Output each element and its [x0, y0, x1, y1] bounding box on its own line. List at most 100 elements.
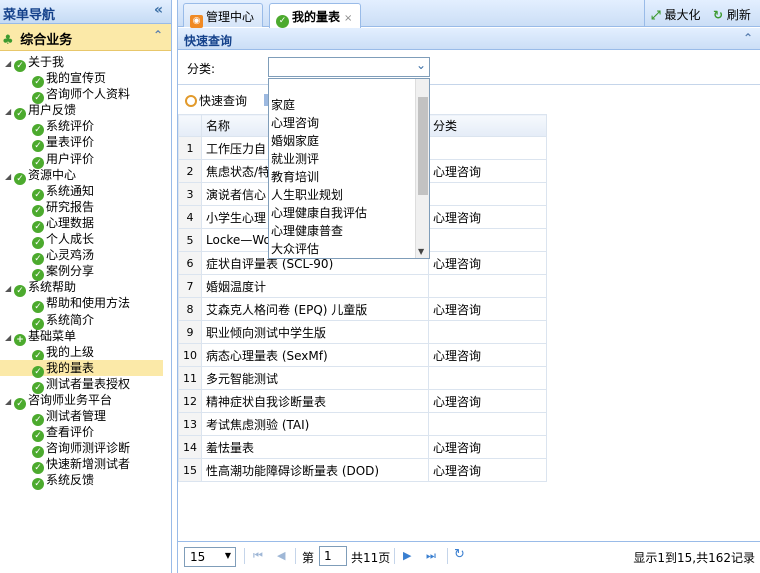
- table-row[interactable]: 10 病态心理量表 (SexMf) 心理咨询: [178, 343, 547, 367]
- dropdown-option[interactable]: 心理健康普查: [271, 222, 367, 240]
- nav-label: 系统评价: [46, 119, 95, 134]
- nav-section-header[interactable]: ♣ 综合业务 ⌃: [0, 24, 171, 51]
- nav-label: 基础菜单: [28, 328, 77, 343]
- category-dropdown-list[interactable]: 家庭 心理咨询 婚姻家庭 就业测评 教育培训 人生职业规划 心理健康自我评估 心理健康普查 大众…: [268, 78, 430, 259]
- nav-item[interactable]: ✓ 我的上级: [0, 344, 171, 362]
- chevron-down-icon: ⌄: [415, 58, 426, 72]
- refresh-icon: ↻: [713, 8, 724, 22]
- table-row[interactable]: 11 多元智能测试: [178, 366, 547, 390]
- rss-icon: ◉: [190, 15, 203, 28]
- table-row[interactable]: 7 婚姻温度计: [178, 274, 547, 298]
- dropdown-option[interactable]: 就业测评: [271, 150, 367, 168]
- prev-page-icon[interactable]: ◀: [277, 549, 285, 562]
- nav-group[interactable]: ◢ ✓ 用户反馈: [0, 102, 171, 121]
- page-size-select[interactable]: 15 ▼: [184, 547, 236, 567]
- table-row[interactable]: 9 职业倾向测试中学生版: [178, 320, 547, 344]
- nav-item[interactable]: ✓ 系统反馈: [0, 472, 171, 491]
- collapse-nav-icon[interactable]: «: [154, 2, 163, 18]
- nav-item[interactable]: ✓ 量表评价: [0, 134, 171, 153]
- dropdown-scrollbar[interactable]: ▼: [415, 79, 429, 258]
- dropdown-option[interactable]: 人生职业规划: [271, 186, 367, 204]
- table-row[interactable]: 8 艾森克人格问卷 (EPQ) 儿童版 心理咨询: [178, 297, 547, 321]
- column-header-category[interactable]: 分类: [428, 114, 547, 137]
- table-row[interactable]: 12 精神症状自我诊断量表 心理咨询: [178, 389, 547, 413]
- nav-label: 心灵鸡汤: [46, 248, 95, 263]
- first-page-icon[interactable]: ⏮: [253, 549, 263, 563]
- table-row[interactable]: 13 考试焦虑测验 (TAI): [178, 412, 547, 436]
- nav-label: 咨询师业务平台: [28, 392, 113, 407]
- table-row[interactable]: 15 性高潮功能障碍诊断量表 (DOD) 心理咨询: [178, 458, 547, 482]
- nav-group[interactable]: ◢ + 基础菜单: [0, 328, 171, 346]
- nav-item[interactable]: ✓ 系统评价: [0, 118, 171, 137]
- refresh-page-icon[interactable]: ↻: [454, 547, 465, 562]
- main-panel: ◉ 管理中心 ✓ 我的量表 × ⤢ 最大化 ↻ 刷新 快速查询 ⌃ 分类: ⌄ 快速查…: [177, 0, 760, 573]
- nav-item[interactable]: ✓ 咨询师测评诊断: [0, 440, 171, 459]
- row-number: 8: [178, 297, 202, 321]
- nav-item[interactable]: ✓ 快速新增测试者: [0, 456, 171, 475]
- tab-my-scales[interactable]: ✓ 我的量表 ×: [269, 3, 361, 28]
- nav-label: 案例分享: [46, 264, 95, 279]
- scale-name-cell: 婚姻温度计: [201, 274, 429, 298]
- nav-item[interactable]: ✓ 我的宣传页: [0, 70, 171, 89]
- quick-query-button[interactable]: 快速查询: [185, 94, 247, 108]
- dropdown-option[interactable]: 家庭: [271, 96, 367, 114]
- scrollbar-thumb[interactable]: [418, 97, 428, 195]
- nav-item[interactable]: ✓ 系统简介: [0, 312, 171, 330]
- nav-item[interactable]: ✓ 心理数据: [0, 215, 171, 233]
- dropdown-option[interactable]: 教育培训: [271, 168, 367, 186]
- nav-label: 个人成长: [46, 232, 95, 247]
- dropdown-option[interactable]: 心理咨询: [271, 114, 367, 132]
- scale-name-cell: 羞怯量表: [201, 435, 429, 459]
- scale-name-cell: 艾森克人格问卷 (EPQ) 儿童版: [201, 297, 429, 321]
- nav-title: 菜单导航: [3, 8, 56, 23]
- nav-label: 测试者量表授权: [46, 376, 131, 391]
- category-select[interactable]: ⌄: [268, 57, 430, 77]
- scale-category-cell: 心理咨询: [428, 205, 547, 229]
- nav-group[interactable]: ◢ ✓ 咨询师业务平台: [0, 392, 171, 410]
- row-number: 9: [178, 320, 202, 344]
- pager-separator: [244, 548, 245, 564]
- page-number-input[interactable]: 1: [319, 546, 347, 566]
- nav-item[interactable]: ✓ 用户评价: [0, 151, 171, 169]
- category-label: 分类:: [187, 62, 216, 76]
- table-row[interactable]: 14 羞怯量表 心理咨询: [178, 435, 547, 459]
- nav-item[interactable]: ✓ 帮助和使用方法: [0, 295, 171, 314]
- record-summary: 显示1到15,共162记录: [633, 551, 755, 565]
- nav-item[interactable]: ✓ 咨询师个人资料: [0, 86, 171, 105]
- nav-item[interactable]: ✓ 测试者管理: [0, 408, 171, 427]
- nav-item[interactable]: ✓ 我的量表: [0, 359, 163, 378]
- dropdown-option[interactable]: 婚姻家庭: [271, 132, 367, 150]
- close-tab-icon[interactable]: ×: [344, 13, 352, 24]
- tab-label: 我的量表: [292, 10, 341, 24]
- nav-label: 我的量表: [46, 360, 95, 375]
- pagination-bar: 15 ▼ ⏮ ◀ 第 1 共11页 ▶ ⏭ ↻ 显示1到15,共162记录: [178, 541, 760, 573]
- refresh-button[interactable]: ↻ 刷新: [713, 6, 751, 23]
- nav-group[interactable]: ◢ ✓ 资源中心: [0, 167, 171, 185]
- nav-item[interactable]: ✓ 系统通知: [0, 183, 171, 201]
- nav-item[interactable]: ✓ 测试者量表授权: [0, 376, 171, 394]
- row-number: 3: [178, 182, 202, 206]
- nav-group[interactable]: ◢ ✓ 关于我: [0, 54, 171, 72]
- nav-label: 我的上级: [46, 344, 95, 359]
- row-number: 1: [178, 136, 202, 160]
- page-total: 共11页: [351, 551, 391, 565]
- next-page-icon[interactable]: ▶: [403, 549, 411, 562]
- nav-item[interactable]: ✓ 心灵鸡汤: [0, 247, 171, 266]
- dropdown-option[interactable]: 大众评估: [271, 240, 367, 258]
- row-number: 15: [178, 458, 202, 482]
- dropdown-option[interactable]: 心理健康自我评估: [271, 204, 367, 222]
- nav-tree: ◢ ✓ 关于我 ✓ 我的宣传页 ✓ 咨询师个人资料 ◢ ✓ 用户反馈 ✓ 系统评价 ✓ 量表评价 ✓ 用户评价…: [0, 51, 171, 491]
- maximize-button[interactable]: ⤢ 最大化: [651, 6, 700, 23]
- last-page-icon[interactable]: ⏭: [426, 549, 436, 563]
- nav-item[interactable]: ✓ 查看评价: [0, 424, 171, 443]
- scroll-down-icon[interactable]: ▼: [418, 247, 424, 256]
- tab-label: 管理中心: [206, 10, 255, 24]
- collapse-section-icon[interactable]: ⌃: [153, 28, 163, 42]
- nav-item[interactable]: ✓ 案例分享: [0, 263, 171, 282]
- nav-item[interactable]: ✓ 研究报告: [0, 199, 171, 217]
- nav-item[interactable]: ✓ 个人成长: [0, 231, 171, 250]
- collapse-query-icon[interactable]: ⌃: [743, 31, 753, 45]
- nav-group[interactable]: ◢ ✓ 系统帮助: [0, 279, 171, 298]
- tab-management-center[interactable]: ◉ 管理中心: [183, 3, 263, 28]
- scale-category-cell: [428, 136, 547, 160]
